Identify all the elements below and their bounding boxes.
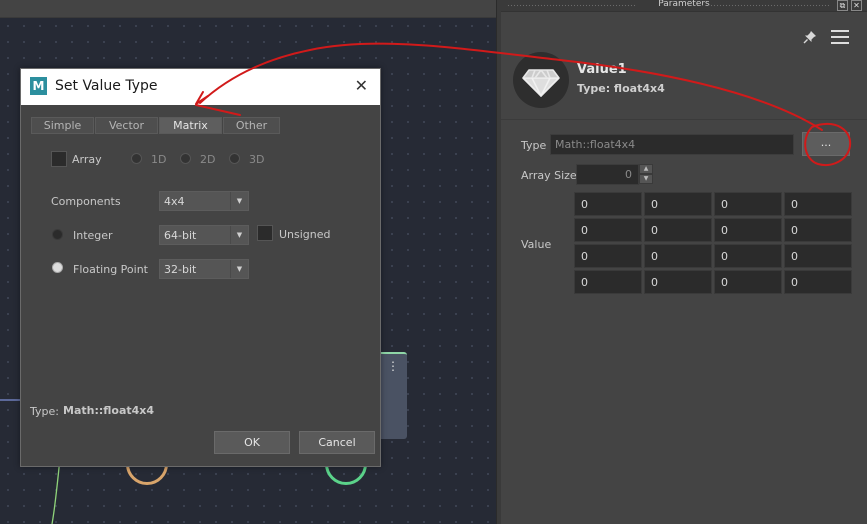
matrix-cell[interactable]: 0 <box>574 218 642 242</box>
dialog-titlebar[interactable]: M Set Value Type ✕ <box>21 69 380 105</box>
spin-down-icon[interactable]: ▼ <box>639 174 653 184</box>
integer-bits-select[interactable]: 64-bit ▼ <box>159 225 249 245</box>
matrix-cell[interactable]: 0 <box>784 270 852 294</box>
spin-up-icon[interactable]: ▲ <box>639 164 653 174</box>
tab-simple[interactable]: Simple <box>31 117 94 134</box>
diamond-icon <box>522 69 560 97</box>
matrix-cell[interactable]: 0 <box>574 270 642 294</box>
value-matrix: 0 0 0 0 0 0 0 0 0 0 0 0 0 0 0 0 <box>574 192 852 294</box>
maya-logo-icon: M <box>30 77 47 95</box>
dim-3d-label: 3D <box>249 153 265 166</box>
type-summary-value: Math::float4x4 <box>63 404 155 417</box>
type-summary-prefix: Type: <box>30 405 59 418</box>
node-avatar <box>513 52 569 108</box>
matrix-cell[interactable]: 0 <box>574 192 642 216</box>
type-label: Type <box>521 139 547 152</box>
floating-bits-select[interactable]: 32-bit ▼ <box>159 259 249 279</box>
matrix-cell[interactable]: 0 <box>714 244 782 268</box>
dim-1d-label: 1D <box>151 153 167 166</box>
unsigned-label: Unsigned <box>279 228 331 241</box>
browse-type-button[interactable]: ... <box>802 132 850 156</box>
components-value: 4x4 <box>164 195 185 208</box>
matrix-cell[interactable]: 0 <box>574 244 642 268</box>
integer-radio[interactable] <box>52 229 63 240</box>
matrix-cell[interactable]: 0 <box>644 218 712 242</box>
parameters-titlebar: Parameters ⧉ ✕ <box>501 0 867 12</box>
float-window-icon[interactable]: ⧉ <box>837 0 848 11</box>
green-wire <box>51 457 61 524</box>
close-icon[interactable]: ✕ <box>355 76 368 95</box>
array-size-field[interactable]: 0 <box>576 164 639 185</box>
divider <box>501 119 867 120</box>
parameters-panel: Parameters ⧉ ✕ Value1 Type: float4x4 Typ… <box>501 0 867 524</box>
array-label: Array <box>72 153 102 166</box>
dim-2d-radio[interactable] <box>180 153 191 164</box>
floating-bits-value: 32-bit <box>164 263 197 276</box>
node-type: Type: float4x4 <box>577 82 665 95</box>
chevron-down-icon: ▼ <box>230 260 248 278</box>
node-menu-icon[interactable]: ⋮ <box>387 360 399 372</box>
matrix-cell[interactable]: 0 <box>644 244 712 268</box>
floating-point-label: Floating Point <box>73 263 148 276</box>
array-size-spinner[interactable]: ▲ ▼ <box>639 164 653 185</box>
integer-bits-value: 64-bit <box>164 229 197 242</box>
matrix-cell[interactable]: 0 <box>784 244 852 268</box>
matrix-cell[interactable]: 0 <box>784 218 852 242</box>
matrix-cell[interactable]: 0 <box>714 270 782 294</box>
array-checkbox[interactable] <box>51 151 67 167</box>
dim-1d-radio[interactable] <box>131 153 142 164</box>
dim-2d-label: 2D <box>200 153 216 166</box>
ok-button[interactable]: OK <box>214 431 290 454</box>
graph-node[interactable]: ⋮ <box>377 352 407 439</box>
matrix-cell[interactable]: 0 <box>714 192 782 216</box>
hamburger-menu-icon[interactable] <box>831 30 849 48</box>
matrix-cell[interactable]: 0 <box>644 192 712 216</box>
close-panel-icon[interactable]: ✕ <box>851 0 862 11</box>
cancel-button[interactable]: Cancel <box>299 431 375 454</box>
tab-matrix[interactable]: Matrix <box>159 117 222 134</box>
array-size-label: Array Size <box>521 169 577 182</box>
matrix-cell[interactable]: 0 <box>644 270 712 294</box>
dim-3d-radio[interactable] <box>229 153 240 164</box>
value-label: Value <box>521 238 552 251</box>
node-name: Value1 <box>577 62 627 77</box>
graph-top-strip <box>0 0 498 18</box>
chevron-down-icon: ▼ <box>230 226 248 244</box>
matrix-cell[interactable]: 0 <box>784 192 852 216</box>
set-value-type-dialog: M Set Value Type ✕ Simple Vector Matrix … <box>20 68 381 467</box>
type-field[interactable]: Math::float4x4 <box>550 134 794 155</box>
components-label: Components <box>51 195 121 208</box>
matrix-cell[interactable]: 0 <box>714 218 782 242</box>
tab-vector[interactable]: Vector <box>95 117 158 134</box>
chevron-down-icon: ▼ <box>230 192 248 210</box>
floating-point-radio[interactable] <box>52 262 63 273</box>
dialog-title: Set Value Type <box>55 78 158 94</box>
grip-right <box>701 4 831 7</box>
components-select[interactable]: 4x4 ▼ <box>159 191 249 211</box>
unsigned-checkbox[interactable] <box>257 225 273 241</box>
pin-icon[interactable] <box>803 30 817 47</box>
tab-other[interactable]: Other <box>223 117 280 134</box>
type-tabs: Simple Vector Matrix Other <box>31 117 281 134</box>
integer-label: Integer <box>73 229 113 242</box>
